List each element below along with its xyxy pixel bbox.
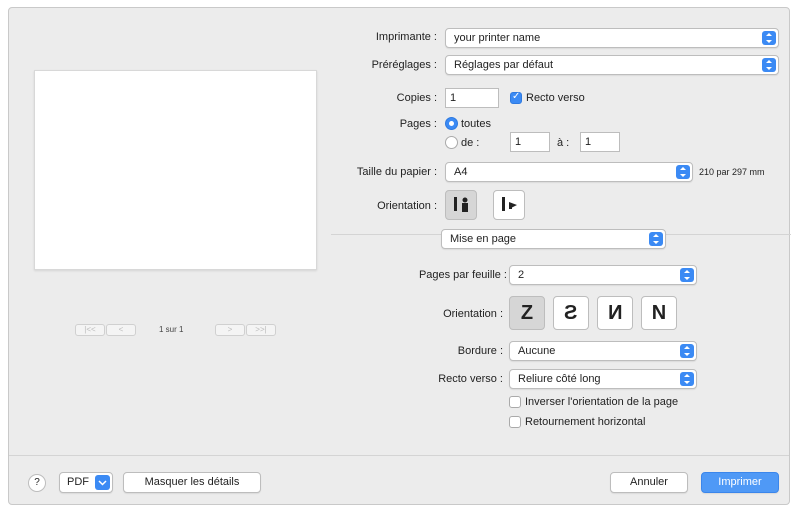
- flip-horizontal-checkbox[interactable]: [509, 416, 521, 428]
- section-value: Mise en page: [450, 233, 517, 245]
- first-page-button[interactable]: |<<: [75, 324, 105, 336]
- portrait-orientation-button[interactable]: [445, 190, 477, 220]
- pages-label: Pages :: [399, 118, 437, 130]
- duplex-label: Recto verso: [526, 92, 585, 104]
- layout-direction-button-n[interactable]: N: [641, 296, 677, 330]
- printer-label: Imprimante :: [375, 31, 437, 43]
- last-page-button[interactable]: >>|: [246, 324, 276, 336]
- pages-per-sheet-select[interactable]: 2: [509, 265, 697, 285]
- printer-value: your printer name: [454, 32, 541, 44]
- print-button[interactable]: Imprimer: [701, 472, 779, 493]
- page-indicator: 1 sur 1: [159, 325, 184, 334]
- section-select[interactable]: Mise en page: [441, 229, 666, 249]
- pages-all-label: toutes: [461, 118, 491, 130]
- presets-label: Préréglages :: [371, 59, 437, 71]
- chevron-updown-icon: [680, 268, 694, 282]
- layout-direction-glyph: N: [651, 302, 667, 324]
- cancel-button[interactable]: Annuler: [610, 472, 688, 493]
- two-sided-label: Recto verso :: [438, 373, 503, 385]
- layout-direction-button-z[interactable]: Z: [509, 296, 545, 330]
- border-select[interactable]: Aucune: [509, 341, 697, 361]
- copies-field[interactable]: 1: [445, 88, 499, 108]
- pages-from-label: de :: [461, 137, 480, 149]
- print-dialog: |<< < 1 sur 1 > >>| Imprimante : your pr…: [8, 7, 791, 505]
- pdf-label: PDF: [67, 476, 89, 488]
- reverse-orientation-checkbox[interactable]: [509, 396, 521, 408]
- paper-size-value: A4: [454, 166, 468, 178]
- presets-select[interactable]: Réglages par défaut: [445, 55, 779, 75]
- pages-from-field[interactable]: 1: [510, 132, 550, 152]
- pages-from-radio[interactable]: [445, 136, 458, 149]
- reverse-orientation-label: Inverser l'orientation de la page: [525, 396, 679, 408]
- layout-direction-glyph: N: [607, 302, 623, 324]
- pages-all-radio[interactable]: [445, 117, 458, 130]
- layout-direction-button-s[interactable]: S: [553, 296, 589, 330]
- chevron-updown-icon: [762, 58, 776, 72]
- portrait-icon: [454, 197, 468, 212]
- layout-direction-glyph: S: [564, 302, 578, 324]
- chevron-updown-icon: [649, 232, 663, 246]
- chevron-updown-icon: [680, 344, 694, 358]
- pages-to-label: à :: [557, 137, 570, 149]
- landscape-icon: [502, 197, 517, 211]
- pages-to-field[interactable]: 1: [580, 132, 620, 152]
- chevron-updown-icon: [676, 165, 690, 179]
- page-preview: [34, 70, 317, 270]
- hide-details-button[interactable]: Masquer les détails: [123, 472, 261, 493]
- orientation-label: Orientation :: [377, 200, 437, 212]
- paper-size-label: Taille du papier :: [356, 166, 437, 178]
- pdf-menu-button[interactable]: PDF: [59, 472, 113, 493]
- two-sided-value: Reliure côté long: [518, 373, 601, 385]
- landscape-orientation-button[interactable]: [493, 190, 525, 220]
- flip-horizontal-label: Retournement horizontal: [525, 416, 646, 428]
- chevron-updown-icon: [680, 372, 694, 386]
- chevron-down-icon: [95, 475, 110, 490]
- duplex-checkbox[interactable]: [510, 91, 522, 104]
- help-button[interactable]: ?: [28, 474, 46, 492]
- paper-size-select[interactable]: A4: [445, 162, 693, 182]
- copies-label: Copies :: [396, 92, 437, 104]
- footer-divider: [9, 455, 789, 456]
- two-sided-select[interactable]: Reliure côté long: [509, 369, 697, 389]
- chevron-updown-icon: [762, 31, 776, 45]
- pages-per-sheet-label: Pages par feuille :: [418, 269, 507, 281]
- printer-select[interactable]: your printer name: [445, 28, 779, 48]
- paper-dimensions: 210 par 297 mm: [699, 167, 765, 177]
- layout-direction-button-n-reversed[interactable]: N: [597, 296, 633, 330]
- presets-value: Réglages par défaut: [454, 59, 554, 71]
- layout-orientation-label: Orientation :: [443, 308, 503, 320]
- next-page-button[interactable]: >: [215, 324, 245, 336]
- previous-page-button[interactable]: <: [106, 324, 136, 336]
- layout-direction-glyph: Z: [520, 302, 534, 324]
- border-value: Aucune: [518, 345, 556, 357]
- pages-per-sheet-value: 2: [518, 269, 525, 281]
- border-label: Bordure :: [457, 345, 503, 357]
